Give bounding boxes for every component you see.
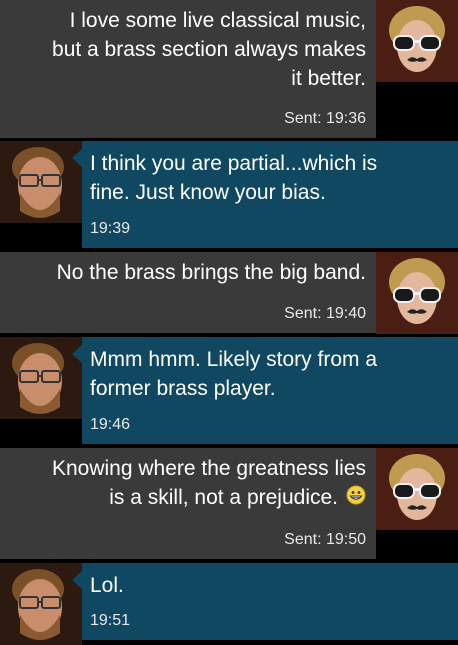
message-timestamp: Sent: 19:40: [284, 305, 366, 322]
message-text: Lol.: [90, 574, 124, 597]
woman-sunglasses-avatar[interactable]: [376, 448, 458, 530]
message-bubble: Lol. 19:51: [72, 563, 458, 640]
message-timestamp: Sent: 19:36: [284, 110, 366, 127]
message-bubble: No the brass brings the big band. Sent: …: [0, 252, 386, 333]
message-received[interactable]: Lol. 19:51: [0, 563, 458, 645]
message-text: I think you are partial...which is fine.…: [90, 152, 378, 204]
message-bubble: Mmm hmm. Likely story from a former bras…: [72, 337, 458, 444]
message-thread[interactable]: I love some live classical music, but a …: [0, 0, 458, 645]
message-text: Knowing where the greatness lies is a sk…: [52, 454, 366, 513]
woman-sunglasses-avatar[interactable]: [376, 252, 458, 334]
message-timestamp: 19:51: [90, 612, 131, 629]
message-timestamp: 19:39: [90, 220, 131, 237]
message-timestamp: 19:46: [90, 416, 131, 433]
grinning-emoji-icon: [346, 484, 366, 513]
message-received[interactable]: Mmm hmm. Likely story from a former bras…: [0, 337, 458, 444]
message-received[interactable]: I think you are partial...which is fine.…: [0, 141, 458, 248]
message-text: I love some live classical music, but a …: [52, 9, 366, 90]
woman-sunglasses-avatar[interactable]: [376, 0, 458, 82]
message-bubble: I love some live classical music, but a …: [0, 0, 386, 138]
message-timestamp: Sent: 19:50: [284, 531, 366, 548]
message-text: No the brass brings the big band.: [56, 261, 366, 284]
man-glasses-avatar[interactable]: [0, 337, 82, 419]
message-text: Mmm hmm. Likely story from a former bras…: [90, 348, 378, 400]
man-glasses-avatar[interactable]: [0, 141, 82, 223]
man-glasses-avatar[interactable]: [0, 563, 82, 645]
message-sent[interactable]: Knowing where the greatness lies is a sk…: [0, 448, 458, 559]
message-sent[interactable]: No the brass brings the big band. Sent: …: [0, 252, 458, 334]
message-bubble: I think you are partial...which is fine.…: [72, 141, 458, 248]
message-sent[interactable]: I love some live classical music, but a …: [0, 0, 458, 138]
message-bubble: Knowing where the greatness lies is a sk…: [0, 448, 386, 559]
